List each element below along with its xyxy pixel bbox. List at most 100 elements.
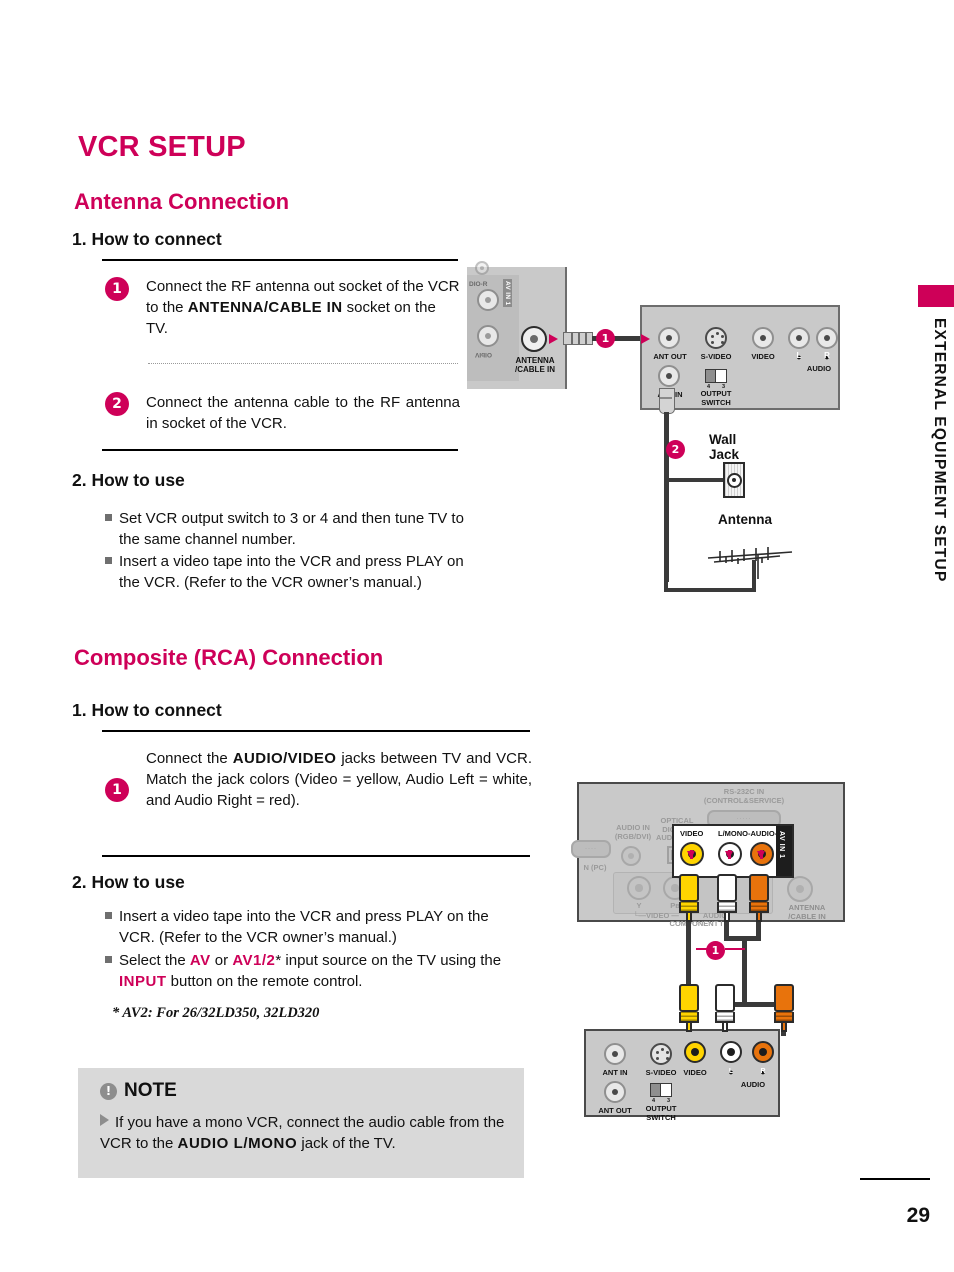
- label-audio-group: AUDIO: [740, 1080, 766, 1089]
- step-text-1-bold: ANTENNA/CABLE IN: [187, 299, 343, 316]
- jack-ant-in: [604, 1043, 626, 1065]
- jack-ant-out: [604, 1081, 626, 1103]
- step-badge-1: 1: [105, 277, 129, 301]
- label-audio-group: AUDIO: [806, 364, 832, 373]
- page-title: VCR SETUP: [78, 131, 246, 163]
- rca-plug-audio-r-bottom: [774, 984, 794, 1032]
- label-audio-r: R: [760, 1068, 766, 1075]
- bullet-text: Insert a video tape into the VCR and pre…: [119, 908, 489, 946]
- bullet-av-end: button on the remote control.: [166, 973, 363, 990]
- step-badge-2: 2: [105, 392, 129, 416]
- antenna-wire-vertical: [664, 412, 669, 582]
- subheading-how-to-use-1: 2. How to use: [72, 470, 185, 490]
- side-tab-block: [918, 285, 954, 307]
- rs232c-pins: ·····: [736, 816, 752, 822]
- step-text-composite-pre: Connect the: [146, 750, 233, 767]
- jack-video: [477, 325, 499, 347]
- bullet-text-av: Select the AV or AV1/2* input source on …: [119, 950, 509, 992]
- wire-to-wall-jack: [664, 478, 726, 482]
- keyword-av: AV: [189, 952, 211, 969]
- arrow-icon-to-tv: [549, 334, 558, 344]
- vcr-rear-panel-bottom: ANT IN S-VIDEO VIDEO ● L ● R AUDIO ANT O…: [584, 1029, 780, 1121]
- bullet-item: Set VCR output switch to 3 or 4 and then…: [105, 508, 485, 550]
- jack-ant-out: [658, 327, 680, 349]
- note-title: ! NOTE: [100, 1080, 177, 1102]
- triangle-bullet-icon: [100, 1114, 109, 1126]
- note-bold: AUDIO L/MONO: [177, 1135, 298, 1152]
- av-in-1-tab: AV IN 1: [776, 826, 792, 876]
- divider: [102, 730, 530, 732]
- subheading-how-to-use-2: 2. How to use: [72, 872, 185, 892]
- jack-video: [752, 327, 774, 349]
- rca-plug-audio-r-top: [749, 874, 769, 922]
- label-output-switch: OUTPUT SWITCH: [645, 1104, 677, 1122]
- bullet-square-icon: [105, 912, 112, 919]
- jack-s-video: [705, 327, 727, 349]
- label-component-y: Y: [636, 901, 642, 910]
- label-av-in-1: AV IN 1: [778, 831, 785, 859]
- step-text-2: Connect the antenna cable to the RF ante…: [146, 394, 460, 432]
- port-rgb-in-pc: ····: [571, 840, 611, 858]
- subheading-how-to-connect-1: 1. How to connect: [72, 229, 222, 249]
- jack-audio-r: [752, 1041, 774, 1063]
- section-heading-antenna: Antenna Connection: [74, 189, 290, 214]
- jack-audio-r: [477, 289, 499, 311]
- label-audio-r: DIO-R: [469, 281, 488, 288]
- exclamation-icon: !: [100, 1082, 117, 1100]
- rgb-pins: ····: [585, 846, 597, 852]
- jack-audio-in-rgb-dvi: [621, 846, 641, 866]
- diagram-badge-1: 1: [596, 329, 615, 348]
- rca-plug-video-bottom: [679, 984, 699, 1032]
- label-av-video: VIDEO: [680, 829, 704, 838]
- bullet-item: Insert a video tape into the VCR and pre…: [105, 906, 515, 948]
- jack-partial-top: [475, 261, 489, 275]
- step-text-1: Connect the RF antenna out socket of the…: [146, 276, 460, 339]
- output-switch-toggle[interactable]: [650, 1083, 672, 1097]
- dotted-divider: [148, 363, 458, 364]
- wire-to-antenna: [664, 588, 756, 592]
- subheading-how-to-connect-2: 1. How to connect: [72, 700, 222, 720]
- antenna-label: Antenna: [718, 512, 772, 527]
- note-post: jack of the TV.: [297, 1135, 396, 1152]
- jack-component-y: [627, 876, 651, 900]
- divider: [102, 259, 458, 261]
- jack-video: [684, 1041, 706, 1063]
- note-box: ! NOTE If you have a mono VCR, connect t…: [78, 1068, 524, 1178]
- diagram-badge-1b: 1: [706, 941, 725, 960]
- jack-audio-r: [816, 327, 838, 349]
- arrow-icon-audio-l: [725, 850, 733, 859]
- page-number-rule: [860, 1178, 930, 1180]
- divider: [102, 449, 458, 451]
- step-text-composite: Connect the AUDIO/VIDEO jacks between TV…: [146, 748, 532, 811]
- step-badge-1b: 1: [105, 778, 129, 802]
- diagram-badge-2: 2: [666, 440, 685, 459]
- label-av-audio: L/MONO-AUDIO-R: [718, 829, 783, 838]
- bullet-item: Insert a video tape into the VCR and pre…: [105, 551, 485, 593]
- side-tab-label: EXTERNAL EQUIPMENT SETUP: [931, 318, 948, 583]
- output-switch-toggle[interactable]: [705, 369, 727, 383]
- bullet-square-icon: [105, 956, 112, 963]
- bullet-square-icon: [105, 557, 112, 564]
- jack-audio-l: [788, 327, 810, 349]
- label-antenna-cable-in: ANTENNA/CABLE IN: [515, 356, 555, 374]
- keyword-input: INPUT: [119, 973, 167, 990]
- rca-plug-video-top: [679, 874, 699, 922]
- bullet-item: Select the AV or AV1/2* input source on …: [105, 950, 515, 992]
- bullet-av-pre: Select the: [119, 952, 190, 969]
- bullet-text: Set VCR output switch to 3 or 4 and then…: [119, 510, 464, 548]
- rca-plug-audio-l-bottom: [715, 984, 735, 1032]
- label-av-in-1: AV IN 1: [503, 279, 512, 308]
- arrow-icon-video: [687, 850, 695, 859]
- page-number: 29: [906, 1204, 930, 1227]
- step-text-composite-bold: AUDIO/VIDEO: [232, 750, 337, 767]
- label-rgb-in-pc: N (PC): [583, 863, 607, 872]
- coax-plug-left: [563, 332, 593, 345]
- wall-jack: [723, 462, 745, 498]
- label-audio-r-letter: R: [824, 351, 830, 360]
- badge-leader-right: [725, 948, 745, 950]
- label-video-partial: OIbIV: [475, 351, 492, 358]
- jack-ant-in: [658, 365, 680, 387]
- bullet-av-mid: or: [210, 952, 233, 969]
- antenna-icon: [707, 547, 793, 579]
- jack-antenna-cable-in: [787, 876, 813, 902]
